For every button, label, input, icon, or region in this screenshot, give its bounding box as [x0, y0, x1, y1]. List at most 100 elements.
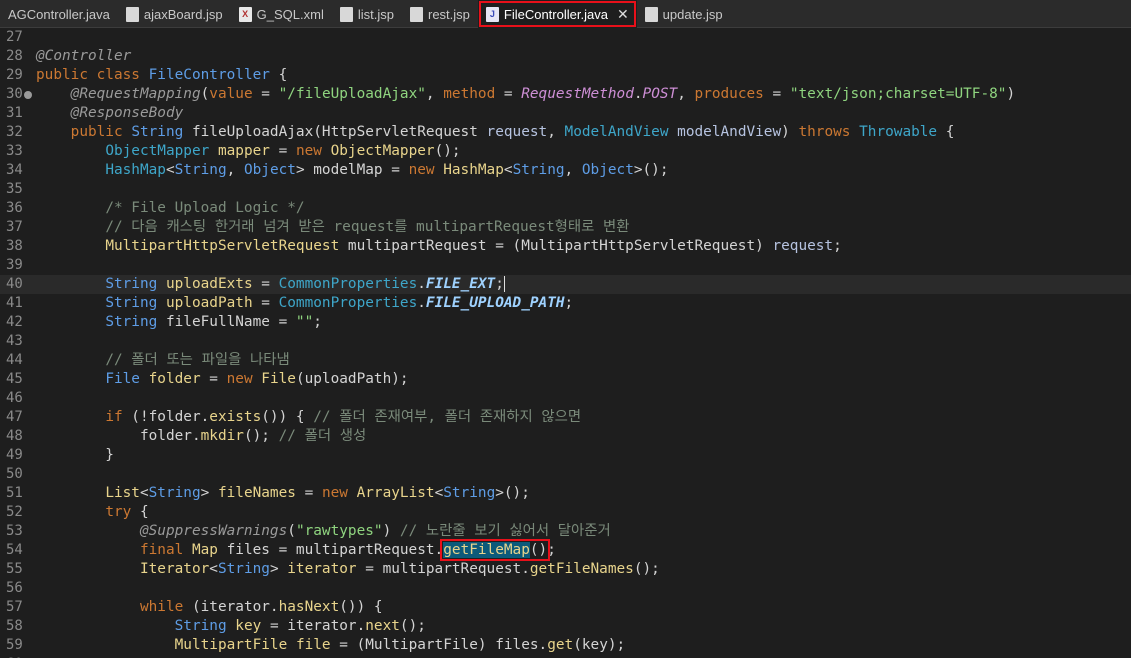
code-token: CommonProperties: [278, 295, 418, 311]
code-line[interactable]: 42 String fileFullName = "";: [0, 313, 1131, 332]
code-line[interactable]: 51 List<String> fileNames = new ArrayLis…: [0, 484, 1131, 503]
code-line[interactable]: 56: [0, 579, 1131, 598]
code-token: value: [209, 86, 253, 102]
code-token: String: [105, 314, 158, 330]
code-line[interactable]: 29 public class FileController {: [0, 66, 1131, 85]
code-token: ,: [547, 124, 565, 140]
code-token: Map: [191, 542, 218, 558]
line-number: 47: [6, 409, 23, 425]
line-number: 28: [6, 48, 23, 64]
code-line[interactable]: 53 @SuppressWarnings("rawtypes") // 노란줄 …: [0, 522, 1131, 541]
close-icon[interactable]: ✕: [617, 7, 629, 21]
code-line[interactable]: 32 public String fileUploadAjax(HttpServ…: [0, 123, 1131, 142]
code-token: String: [217, 561, 270, 577]
code-line[interactable]: 52 try {: [0, 503, 1131, 522]
code-token: multipartRequest = (MultipartHttpServlet…: [339, 238, 773, 254]
code-token: {: [269, 67, 288, 83]
code-line[interactable]: 41 String uploadPath = CommonProperties.…: [0, 294, 1131, 313]
code-line[interactable]: 28 @Controller: [0, 47, 1131, 66]
code-line[interactable]: 31 @ResponseBody: [0, 104, 1131, 123]
code-line[interactable]: 58 String key = iterator.next();: [0, 617, 1131, 636]
code-line[interactable]: 30 @RequestMapping(value = "/fileUploadA…: [0, 85, 1131, 104]
code-text: while (iterator.hasNext()) {: [36, 598, 383, 617]
code-editor[interactable]: 27 28 @Controller 29 public class FileContro…: [0, 28, 1131, 658]
code-token: File: [105, 371, 140, 387]
code-line[interactable]: 57 while (iterator.hasNext()) {: [0, 598, 1131, 617]
code-token: String: [512, 162, 565, 178]
line-number: 58: [6, 618, 23, 634]
code-token: ();: [399, 618, 426, 634]
code-token: new: [321, 485, 357, 501]
code-text: String uploadExts = CommonProperties.FIL…: [36, 275, 505, 294]
code-line[interactable]: 33 ObjectMapper mapper = new ObjectMappe…: [0, 142, 1131, 161]
code-token: ,: [425, 86, 444, 102]
tab-list-jsp[interactable]: list.jsp: [332, 0, 402, 28]
code-line[interactable]: 49 }: [0, 446, 1131, 465]
code-line[interactable]: 36 /* File Upload Logic */: [0, 199, 1131, 218]
code-token: (key);: [573, 637, 626, 653]
fold-marker-icon[interactable]: [24, 91, 32, 99]
code-line[interactable]: 54 final Map files = multipartRequest.ge…: [0, 539, 1131, 561]
code-token: FILE_EXT: [425, 276, 496, 292]
xml-file-icon: X: [238, 6, 252, 22]
code-text: @Controller: [36, 47, 131, 66]
code-line[interactable]: 48 folder.mkdir(); // 폴더 생성: [0, 427, 1131, 446]
code-line[interactable]: 47 if (!folder.exists()) { // 폴더 존재여부, 폴…: [0, 408, 1131, 427]
code-line[interactable]: 38 MultipartHttpServletRequest multipart…: [0, 237, 1131, 256]
line-number: 48: [6, 428, 23, 444]
line-number: 32: [6, 124, 23, 140]
code-token: next: [365, 618, 400, 634]
tab-filecontroller-java[interactable]: J FileController.java ✕: [477, 0, 637, 28]
code-token: Iterator: [139, 561, 210, 577]
code-token: "rawtypes": [295, 523, 383, 539]
code-line[interactable]: 55 Iterator<String> iterator = multipart…: [0, 560, 1131, 579]
tab-ajaxboard-jsp[interactable]: ajaxBoard.jsp: [118, 0, 231, 28]
code-token: new: [226, 371, 262, 387]
line-number: 53: [6, 523, 23, 539]
code-token: String: [105, 295, 158, 311]
code-token: MultipartHttpServletRequest: [105, 238, 340, 254]
code-token: =: [252, 86, 279, 102]
code-line[interactable]: 50: [0, 465, 1131, 484]
tab-g-sql-xml[interactable]: X G_SQL.xml: [231, 0, 332, 28]
tab-rest-jsp[interactable]: rest.jsp: [402, 0, 478, 28]
line-number: 35: [6, 181, 23, 197]
code-line[interactable]: 39: [0, 256, 1131, 275]
tab-update-jsp[interactable]: update.jsp: [637, 0, 731, 28]
code-text: /* File Upload Logic */: [36, 199, 304, 218]
code-token: String: [148, 485, 201, 501]
code-line[interactable]: 27: [0, 28, 1131, 47]
code-token: folder: [148, 371, 201, 387]
code-line[interactable]: 59 MultipartFile file = (MultipartFile) …: [0, 636, 1131, 655]
code-token: String: [443, 485, 496, 501]
line-number: 51: [6, 485, 23, 501]
code-line[interactable]: 44 // 폴더 또는 파일을 나타냄: [0, 351, 1131, 370]
line-number: 46: [6, 390, 23, 406]
code-token: hasNext: [278, 599, 340, 615]
code-line[interactable]: 34 HashMap<String, Object> modelMap = ne…: [0, 161, 1131, 180]
code-line[interactable]: 40 String uploadExts = CommonProperties.…: [0, 275, 1131, 294]
line-number: 52: [6, 504, 23, 520]
code-line[interactable]: 43: [0, 332, 1131, 351]
code-token: {: [937, 124, 955, 140]
tab-agcontroller-java[interactable]: AGController.java: [0, 0, 118, 28]
code-token: "": [295, 314, 314, 330]
code-token: (): [529, 542, 548, 558]
code-line[interactable]: 35: [0, 180, 1131, 199]
line-number: 44: [6, 352, 23, 368]
line-number: 27: [6, 29, 23, 45]
code-line[interactable]: 46: [0, 389, 1131, 408]
code-text: ObjectMapper mapper = new ObjectMapper()…: [36, 142, 460, 161]
tab-label: FileController.java: [503, 6, 608, 22]
code-text: // 폴더 또는 파일을 나타냄: [36, 351, 289, 370]
code-line[interactable]: 45 File folder = new File(uploadPath);: [0, 370, 1131, 389]
code-line[interactable]: 37 // 다음 캐스팅 한거래 넘겨 받은 request를 multipar…: [0, 218, 1131, 237]
code-token: >();: [633, 162, 669, 178]
